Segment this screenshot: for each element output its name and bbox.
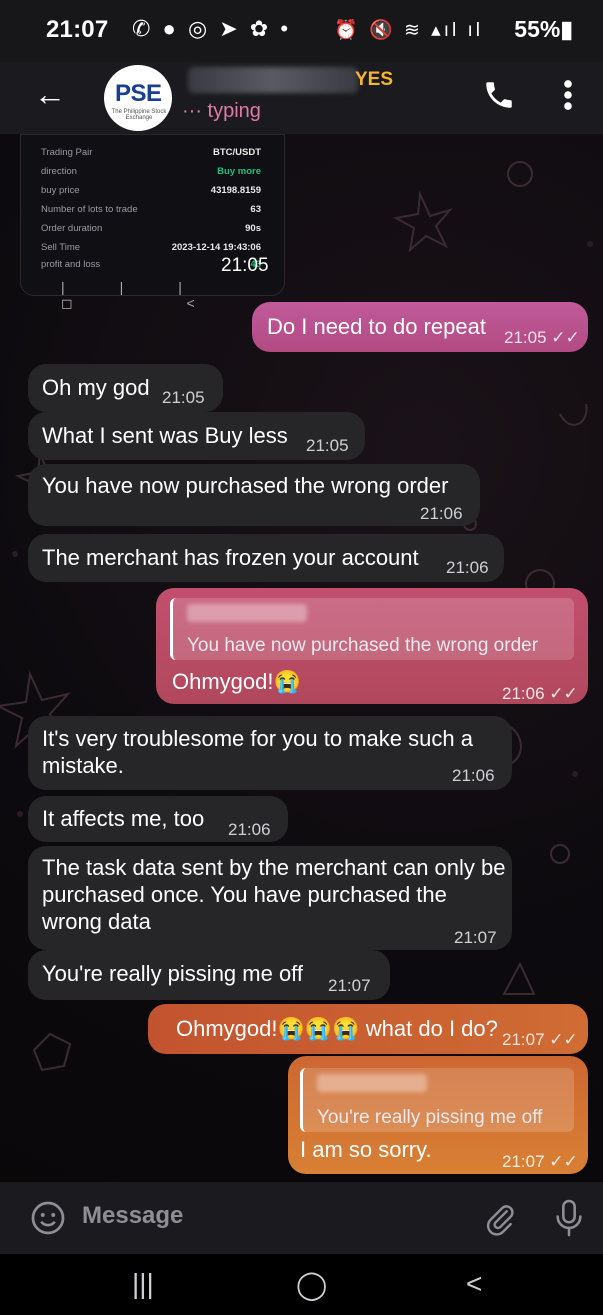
incoming-message[interactable]: You have now purchased the wrong order 2…: [28, 464, 480, 526]
incoming-message[interactable]: The merchant has frozen your account 21:…: [28, 534, 504, 582]
incoming-message[interactable]: What I sent was Buy less 21:05: [28, 412, 365, 460]
attach-icon[interactable]: [484, 1200, 516, 1236]
avatar-subtext: The Philippine Stock Exchange: [111, 109, 167, 121]
home-button[interactable]: ◯: [296, 1268, 327, 1301]
incoming-message[interactable]: The task data sent by the merchant can o…: [28, 846, 512, 950]
quoted-text: You're really pissing me off: [317, 1107, 543, 1128]
message-time: 21:05: [221, 255, 269, 276]
message-time: 21:06: [228, 820, 271, 839]
trade-row-duration: Order duration 90s: [41, 223, 261, 234]
quoted-sender-blurred: [317, 1074, 427, 1092]
message-time: 21:05: [306, 436, 349, 455]
message-text: Ohmygod!😭😭😭 what do I do?: [176, 1016, 498, 1041]
message-text: Do I need to do repeat: [267, 314, 486, 339]
message-text: The task data sent by the merchant can o…: [42, 855, 506, 934]
signal-icons: ⏰ 🔇 ≋ ▴ıl ıl: [334, 20, 483, 41]
incoming-message[interactable]: It's very troublesome for you to make su…: [28, 716, 512, 790]
microphone-icon[interactable]: [552, 1198, 586, 1238]
message-text: The merchant has frozen your account: [42, 545, 419, 570]
message-text: You have now purchased the wrong order: [42, 473, 449, 498]
message-time: 21:06: [446, 558, 489, 577]
chat-area[interactable]: Trading Pair BTC/USDT direction Buy more b…: [0, 134, 603, 1182]
message-time: 21:05 ✓✓: [504, 328, 580, 347]
contact-name-suffix: YES: [355, 69, 394, 90]
incoming-message[interactable]: It affects me, too 21:06: [28, 796, 288, 842]
avatar[interactable]: PSE The Philippine Stock Exchange: [104, 65, 172, 131]
outgoing-reply-message[interactable]: You're really pissing me off I am so sor…: [288, 1056, 588, 1174]
quoted-text: You have now purchased the wrong order: [187, 635, 539, 656]
screenshot-navbar: ||| ◻ <: [61, 279, 250, 311]
quoted-sender-blurred: [187, 604, 307, 622]
message-text: I am so sorry.: [300, 1137, 432, 1162]
message-text: Ohmygod!😭: [172, 669, 301, 694]
nav-back-button[interactable]: <: [466, 1268, 482, 1300]
message-text: It's very troublesome for you to make su…: [42, 726, 473, 778]
quoted-message[interactable]: You're really pissing me off: [300, 1068, 574, 1132]
recents-button[interactable]: |||: [132, 1268, 154, 1300]
message-text: You're really pissing me off: [42, 961, 304, 986]
message-time: 21:06: [420, 504, 463, 523]
trade-row-direction: direction Buy more: [41, 166, 261, 177]
notification-icons: ✆ ● ◎ ➤ ✿ •: [132, 16, 292, 41]
message-text: Oh my god: [42, 375, 150, 400]
message-time: 21:07 ✓✓: [502, 1152, 578, 1171]
message-time: 21:07: [328, 976, 371, 995]
message-time: 21:06 ✓✓: [502, 684, 578, 703]
message-text: It affects me, too: [42, 806, 205, 831]
incoming-message[interactable]: Oh my god 21:05: [28, 364, 223, 412]
quoted-message[interactable]: You have now purchased the wrong order: [170, 598, 574, 660]
message-text: What I sent was Buy less: [42, 423, 288, 448]
chat-header: ← PSE The Philippine Stock Exchange YES …: [0, 62, 603, 134]
back-arrow-icon[interactable]: ←: [34, 76, 66, 113]
trade-row-buy-price: buy price 43198.8159: [41, 185, 261, 196]
status-time: 21:07: [46, 16, 109, 43]
message-time: 21:07: [454, 928, 497, 947]
system-navigation-bar: ||| ◯ <: [0, 1254, 603, 1315]
incoming-message[interactable]: You're really pissing me off 21:07: [28, 950, 390, 1000]
trade-screenshot-message[interactable]: Trading Pair BTC/USDT direction Buy more b…: [20, 134, 285, 311]
trade-row-pair: Trading Pair BTC/USDT: [41, 147, 261, 158]
status-bar: 21:07 ✆ ● ◎ ➤ ✿ • ⏰ 🔇 ≋ ▴ıl ıl 55%▮: [0, 0, 603, 62]
battery-level: 55%▮: [514, 16, 573, 42]
emoji-icon[interactable]: [30, 1200, 66, 1236]
message-input[interactable]: Message: [82, 1202, 183, 1230]
phone-icon[interactable]: [482, 76, 516, 114]
message-time: 21:06: [452, 766, 495, 785]
outgoing-message[interactable]: Ohmygod!😭😭😭 what do I do? 21:07 ✓✓: [148, 1004, 588, 1054]
outgoing-message[interactable]: Do I need to do repeat 21:05 ✓✓: [252, 302, 588, 352]
more-options-icon[interactable]: [560, 76, 576, 114]
message-time: 21:07 ✓✓: [502, 1030, 578, 1049]
message-time: 21:05: [162, 388, 205, 407]
typing-status: ··· typing: [182, 100, 261, 122]
trade-row-lots: Number of lots to trade 63: [41, 204, 261, 215]
contact-name-blurred[interactable]: [188, 67, 358, 93]
outgoing-reply-message[interactable]: You have now purchased the wrong order O…: [156, 588, 588, 704]
message-composer: Message: [0, 1182, 603, 1254]
avatar-logo: PSE: [115, 80, 162, 107]
trade-row-sell-time: Sell Time 2023-12-14 19:43:06: [41, 242, 261, 253]
